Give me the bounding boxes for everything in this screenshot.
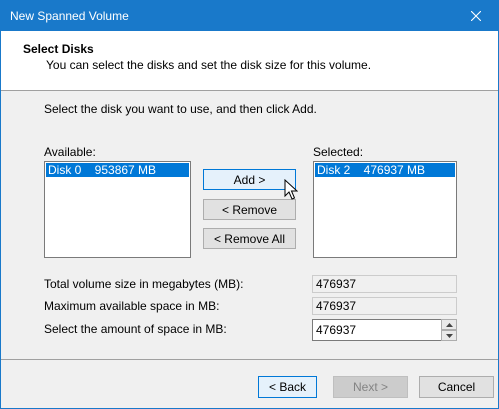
close-button[interactable] (454, 1, 498, 31)
spin-down-button[interactable] (441, 330, 457, 341)
chevron-down-icon (445, 333, 453, 338)
total-size-label: Total volume size in megabytes (MB): (44, 277, 244, 291)
remove-all-button[interactable]: < Remove All (203, 228, 296, 249)
window-title: New Spanned Volume (10, 9, 129, 23)
amount-label: Select the amount of space in MB: (44, 322, 227, 336)
page-title: Select Disks (23, 42, 94, 56)
remove-button[interactable]: < Remove (203, 199, 296, 220)
total-size-value: 476937 (312, 275, 457, 293)
footer-divider (1, 359, 498, 360)
title-bar[interactable]: New Spanned Volume (1, 1, 498, 31)
spin-up-button[interactable] (441, 319, 457, 330)
selected-disk-item[interactable]: Disk 2 476937 MB (315, 163, 455, 177)
instruction-text: Select the disk you want to use, and the… (44, 102, 317, 116)
mouse-pointer-icon (284, 179, 298, 200)
available-disks-list[interactable]: Disk 0 953867 MB (44, 161, 191, 258)
cancel-button[interactable]: Cancel (419, 376, 494, 398)
page-subtitle: You can select the disks and set the dis… (46, 58, 372, 72)
wizard-header: Select Disks You can select the disks an… (1, 31, 498, 91)
add-button[interactable]: Add > (203, 169, 296, 190)
next-button[interactable]: Next > (333, 376, 408, 398)
max-space-value: 476937 (312, 297, 457, 315)
max-space-label: Maximum available space in MB: (44, 299, 220, 313)
close-icon (471, 11, 481, 21)
chevron-up-icon (445, 322, 453, 327)
available-label: Available: (44, 145, 96, 159)
selected-disks-list[interactable]: Disk 2 476937 MB (313, 161, 457, 258)
selected-label: Selected: (313, 145, 364, 159)
available-disk-item[interactable]: Disk 0 953867 MB (46, 163, 189, 177)
amount-input[interactable] (312, 319, 442, 341)
wizard-window: New Spanned Volume Select Disks You can … (0, 0, 499, 409)
back-button[interactable]: < Back (258, 376, 317, 398)
